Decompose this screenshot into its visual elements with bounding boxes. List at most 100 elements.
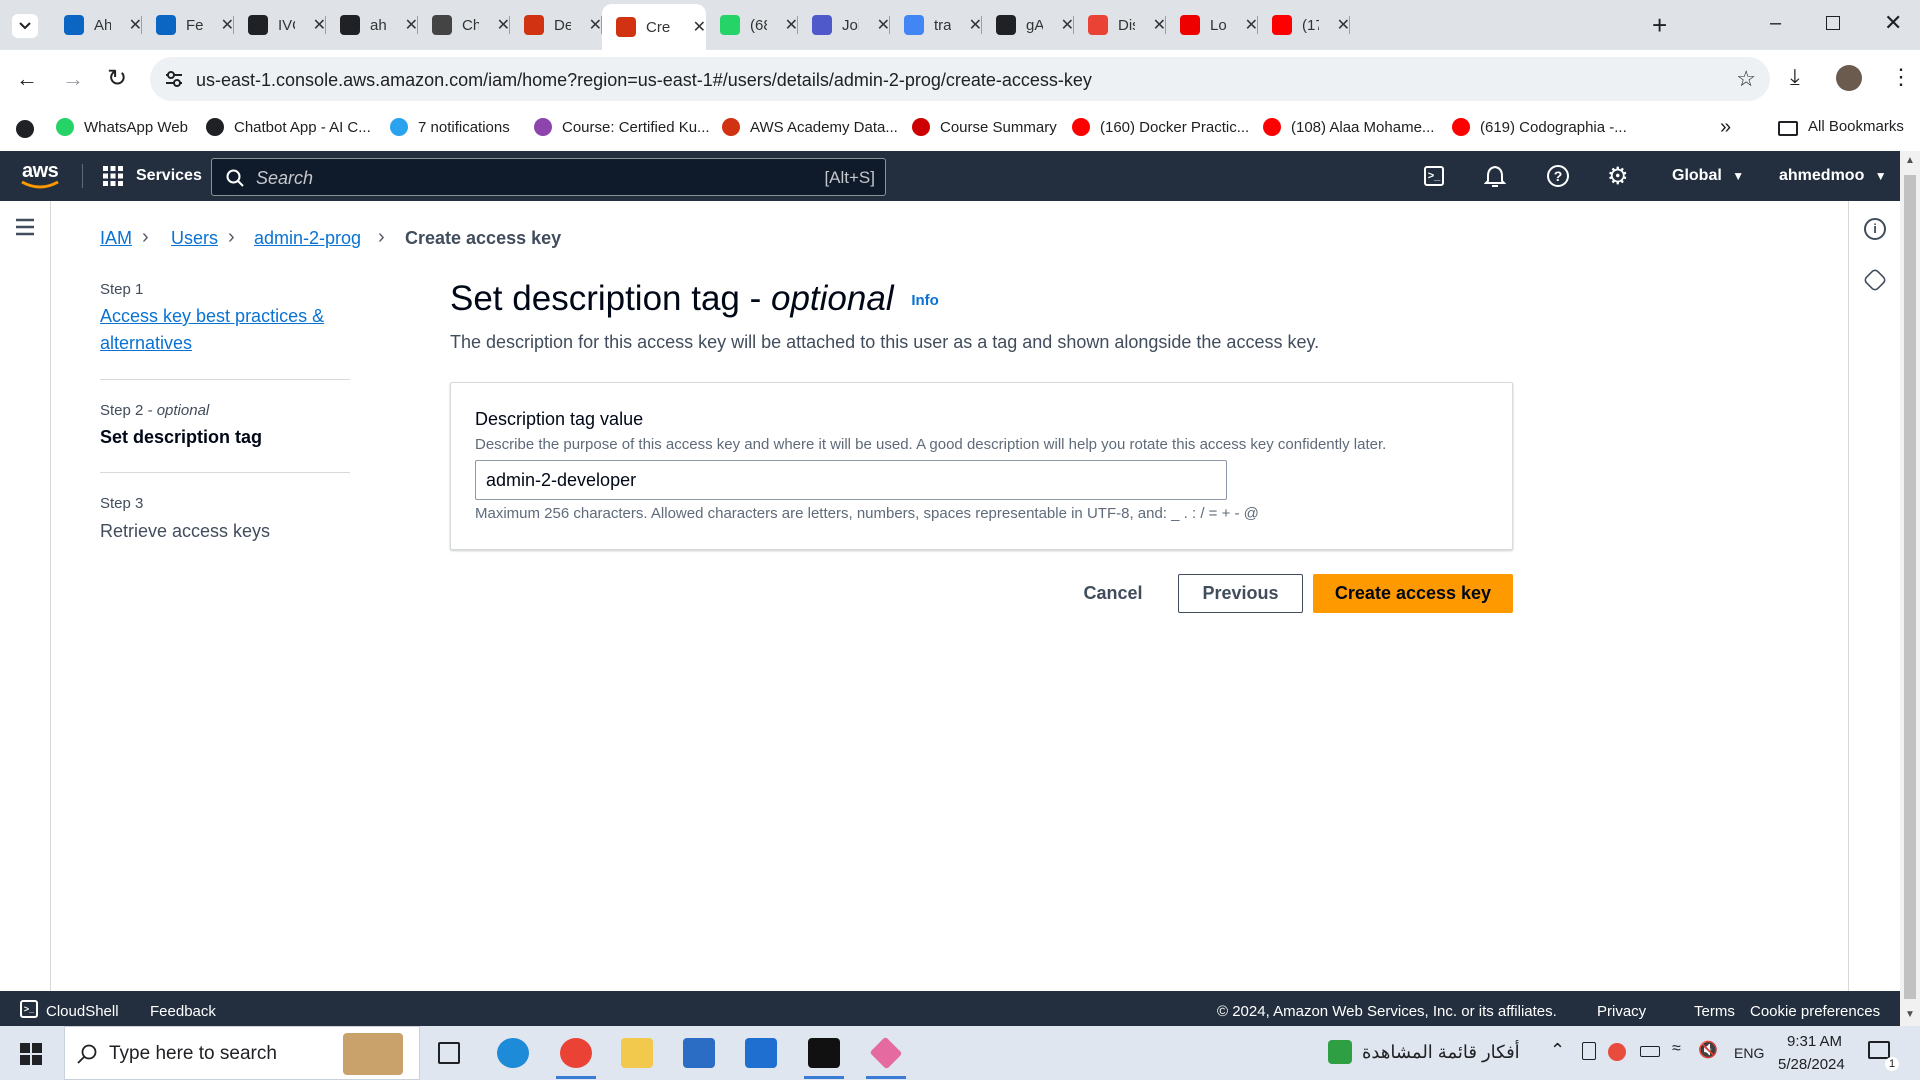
aws-logo[interactable]: aws (21, 160, 59, 189)
bookmark-item[interactable]: (160) Docker Practic... (1072, 118, 1249, 136)
bookmark-item[interactable]: 7 notifications (390, 118, 510, 136)
close-tab-icon[interactable]: ✕ (877, 15, 890, 35)
browser-tab[interactable]: Feed ✕ (142, 8, 234, 42)
close-tab-icon[interactable]: ✕ (785, 15, 798, 35)
tab-search-button[interactable] (12, 14, 38, 38)
reload-button[interactable]: ↻ (107, 64, 127, 93)
shield-icon[interactable] (1862, 267, 1888, 293)
close-tab-icon[interactable]: ✕ (1337, 15, 1350, 35)
site-settings-icon[interactable] (164, 70, 184, 88)
language-indicator[interactable]: ENG (1734, 1045, 1764, 1061)
notifications-icon[interactable] (1868, 1041, 1890, 1059)
cloudshell-icon[interactable]: >_ (1424, 166, 1444, 186)
close-tab-icon[interactable]: ✕ (221, 15, 234, 35)
privacy-link[interactable]: Privacy (1597, 1003, 1646, 1020)
more-bookmarks-icon[interactable]: » (1720, 116, 1731, 139)
close-window-button[interactable]: ✕ (1884, 10, 1902, 36)
bookmark-item[interactable]: (108) Alaa Mohame... (1263, 118, 1434, 136)
page-scrollbar[interactable]: ▲ ▼ (1900, 151, 1920, 1026)
browser-tab[interactable]: Ahm ✕ (50, 8, 142, 42)
bookmark-item[interactable]: (619) Codographia -... (1452, 118, 1627, 136)
back-button[interactable]: ← (16, 66, 38, 92)
browser-tab[interactable]: Join ✕ (798, 8, 890, 42)
user-menu[interactable]: ahmedmoo ▼ (1779, 167, 1887, 185)
info-link[interactable]: Info (911, 292, 939, 309)
restore-button[interactable] (1826, 16, 1840, 30)
breadcrumb-users[interactable]: Users (171, 228, 218, 249)
close-tab-icon[interactable]: ✕ (969, 15, 982, 35)
bell-icon[interactable] (1483, 164, 1507, 193)
chrome-icon[interactable] (560, 1038, 592, 1068)
browser-tab[interactable]: ahm ✕ (326, 8, 418, 42)
task-view-icon[interactable] (438, 1042, 460, 1064)
bookmark-item[interactable]: Chatbot App - AI C... (206, 118, 371, 136)
browser-tab[interactable]: Cre ✕ (602, 4, 706, 50)
profile-avatar[interactable] (1836, 65, 1862, 91)
battery-icon[interactable] (1640, 1046, 1660, 1057)
browser-tab[interactable]: Disl ✕ (1074, 8, 1166, 42)
bookmark-item[interactable]: AWS Academy Data... (722, 118, 898, 136)
cloudshell-footer-icon[interactable]: >_ (20, 1000, 38, 1018)
browser-tab[interactable]: IVOI ✕ (234, 8, 326, 42)
minimize-button[interactable]: – (1770, 12, 1781, 35)
cloudshell-link[interactable]: CloudShell (46, 1003, 119, 1020)
step1-link[interactable]: Access key best practices & alternatives (100, 303, 330, 357)
mail-icon[interactable] (745, 1038, 777, 1068)
browser-tab[interactable]: Chat ✕ (418, 8, 510, 42)
all-bookmarks-link[interactable]: All Bookmarks (1808, 118, 1904, 135)
feedback-link[interactable]: Feedback (150, 1003, 216, 1020)
tray-device-icon[interactable] (1582, 1042, 1596, 1060)
close-tab-icon[interactable]: ✕ (693, 17, 706, 37)
bookmark-star-icon[interactable]: ☆ (1736, 66, 1756, 92)
help-icon[interactable]: ? (1547, 165, 1569, 187)
region-selector[interactable]: Global ▼ (1672, 167, 1744, 185)
clock-time[interactable]: 9:31 AM (1787, 1033, 1842, 1050)
bookmark-item[interactable]: WhatsApp Web (56, 118, 188, 136)
scroll-down-icon[interactable]: ▼ (1905, 1009, 1915, 1020)
gear-icon[interactable]: ⚙ (1607, 162, 1629, 191)
edge-icon[interactable] (497, 1038, 529, 1068)
description-tag-input[interactable] (475, 460, 1227, 500)
previous-button[interactable]: Previous (1178, 574, 1303, 613)
news-widget-icon[interactable] (1328, 1040, 1352, 1064)
globe-icon[interactable] (16, 120, 34, 138)
create-access-key-button[interactable]: Create access key (1313, 574, 1513, 613)
scroll-up-icon[interactable]: ▲ (1905, 155, 1915, 166)
terminal-icon[interactable] (808, 1038, 840, 1068)
close-tab-icon[interactable]: ✕ (129, 15, 142, 35)
store-icon[interactable] (683, 1038, 715, 1068)
services-menu[interactable]: Services (102, 165, 202, 187)
cancel-button[interactable]: Cancel (1070, 574, 1156, 613)
chevron-up-icon[interactable]: ⌃ (1550, 1040, 1565, 1061)
news-widget-text[interactable]: أفكار قائمة المشاهدة (1362, 1042, 1520, 1063)
address-bar[interactable]: us-east-1.console.aws.amazon.com/iam/hom… (150, 57, 1770, 101)
volume-muted-icon[interactable]: 🔇 (1698, 1040, 1718, 1060)
windows-start-icon[interactable] (20, 1043, 42, 1070)
scroll-thumb[interactable] (1904, 175, 1916, 999)
close-tab-icon[interactable]: ✕ (497, 15, 510, 35)
terms-link[interactable]: Terms (1694, 1003, 1735, 1020)
taskbar-search-input[interactable]: Type here to search (64, 1026, 420, 1080)
browser-tab[interactable]: (17 ✕ (1258, 8, 1350, 42)
browser-tab[interactable]: (68) ✕ (706, 8, 798, 42)
forward-button[interactable]: → (62, 66, 84, 92)
app-icon[interactable] (869, 1036, 903, 1070)
close-tab-icon[interactable]: ✕ (1061, 15, 1074, 35)
browser-tab[interactable]: Dev ✕ (510, 8, 602, 42)
url-text[interactable]: us-east-1.console.aws.amazon.com/iam/hom… (196, 70, 1092, 91)
breadcrumb-user[interactable]: admin-2-prog (254, 228, 361, 249)
close-tab-icon[interactable]: ✕ (589, 15, 602, 35)
bookmark-item[interactable]: Course Summary (912, 118, 1057, 136)
browser-tab[interactable]: gAh ✕ (982, 8, 1074, 42)
clock-date[interactable]: 5/28/2024 (1778, 1056, 1845, 1073)
hamburger-menu-icon[interactable] (14, 218, 36, 241)
wifi-icon[interactable]: ≈ (1672, 1040, 1681, 1058)
bookmark-item[interactable]: Course: Certified Ku... (534, 118, 710, 136)
downloads-icon[interactable]: ⤓ (1790, 64, 1800, 90)
aws-search-input[interactable]: Search [Alt+S] (211, 158, 886, 196)
close-tab-icon[interactable]: ✕ (313, 15, 326, 35)
breadcrumb-iam[interactable]: IAM (100, 228, 132, 249)
cookie-preferences-link[interactable]: Cookie preferences (1750, 1003, 1880, 1020)
browser-tab[interactable]: Log ✕ (1166, 8, 1258, 42)
close-tab-icon[interactable]: ✕ (1153, 15, 1166, 35)
